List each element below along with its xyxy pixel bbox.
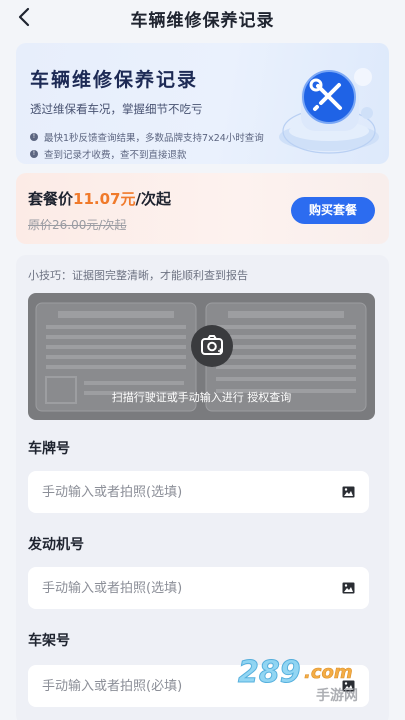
hero-subtitle: 透过维保看车况，掌握细节不吃亏 — [30, 102, 203, 116]
package-price-label: 套餐价 — [28, 190, 74, 208]
pricing-card: 套餐价11.07元/次起 原价26.00元/次起 购买套餐 — [16, 173, 389, 244]
plate-number-input[interactable] — [42, 471, 322, 513]
top-nav-bar: 车辆维修保养记录 — [0, 0, 405, 36]
engine-number-label: 发动机号 — [28, 537, 84, 553]
svg-text:手游网: 手游网 — [316, 687, 358, 704]
svg-text:289: 289 — [238, 655, 301, 690]
package-price-unit: /次起 — [135, 190, 171, 208]
license-scan-area[interactable]: 扫描行驶证或手动输入进行 授权查询 — [28, 293, 375, 420]
svg-text:.com: .com — [304, 662, 353, 683]
engine-number-input[interactable] — [42, 567, 322, 609]
info-icon: ! — [30, 150, 38, 158]
original-price: 原价26.00元/次起 — [28, 218, 127, 232]
hero-feature-text: 查到记录才收费，查不到直接退款 — [44, 150, 187, 161]
engine-number-field[interactable] — [28, 567, 369, 609]
hero-title: 车辆维修保养记录 — [30, 69, 199, 91]
hero-banner: 车辆维修保养记录 透过维保看车况，掌握细节不吃亏 ! 最快1秒反馈查询结果，多数… — [16, 43, 389, 164]
site-watermark-logo: 289 .com 手游网 — [238, 655, 359, 705]
package-price-amount: 11.07元 — [73, 190, 136, 208]
wrench-screwdriver-icon — [279, 68, 379, 154]
form-tip: 小技巧：证据图完整清晰，才能顺利查到报告 — [28, 269, 248, 282]
hero-feature-item: ! 查到记录才收费，查不到直接退款 — [30, 147, 187, 161]
plate-number-field[interactable] — [28, 471, 369, 513]
info-icon: ! — [30, 133, 38, 141]
image-icon[interactable] — [342, 582, 355, 594]
camera-scan-icon[interactable] — [191, 325, 233, 367]
hero-feature-item: ! 最快1秒反馈查询结果，多数品牌支持7x24小时查询 — [30, 130, 264, 144]
buy-package-button[interactable]: 购买套餐 — [291, 197, 375, 224]
hero-feature-text: 最快1秒反馈查询结果，多数品牌支持7x24小时查询 — [44, 133, 264, 144]
image-icon[interactable] — [342, 486, 355, 498]
scan-hint: 扫描行驶证或手动输入进行 授权查询 — [111, 391, 292, 404]
page-title: 车辆维修保养记录 — [130, 11, 275, 31]
vin-label: 车架号 — [28, 633, 70, 649]
package-price: 套餐价11.07元/次起 — [28, 188, 171, 209]
plate-number-label: 车牌号 — [28, 441, 70, 457]
